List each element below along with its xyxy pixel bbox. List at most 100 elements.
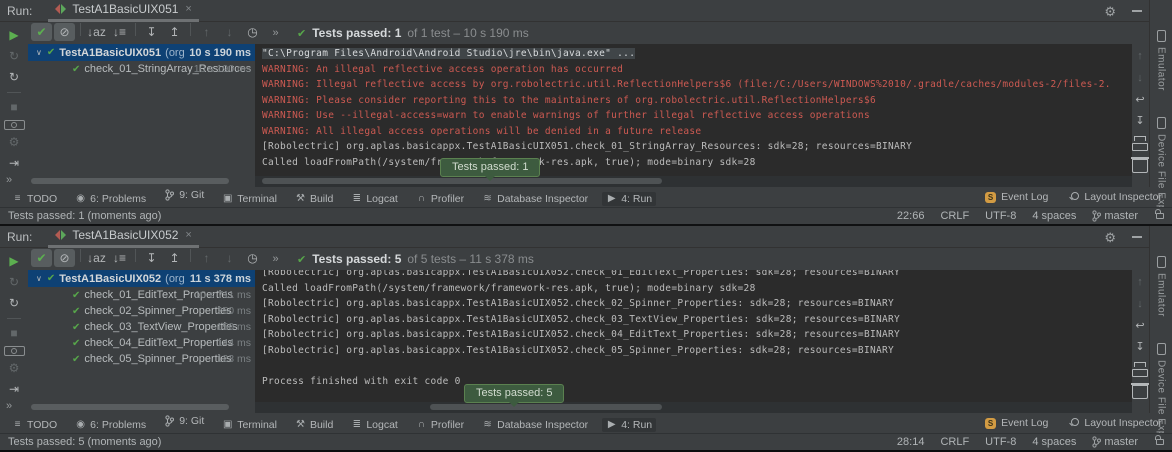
dock-item-4-run[interactable]: ▶4: Run	[602, 418, 656, 432]
next-occurrence-icon[interactable]: ↓	[219, 249, 240, 267]
test-history-icon[interactable]: ◷	[242, 249, 263, 267]
sort-by-duration-icon[interactable]: ↓≡	[109, 23, 130, 41]
expand-all-icon[interactable]: ↧	[141, 249, 162, 267]
chevron-down-icon[interactable]: ∨	[36, 48, 42, 57]
rerun-icon[interactable]: ▶	[4, 252, 25, 269]
settings-gear-icon[interactable]: ⚙	[1104, 231, 1116, 244]
test-row[interactable]: ✔check_03_TextView_Properties150 ms	[28, 319, 255, 335]
dock-item-9-git[interactable]: 9: Git	[160, 414, 208, 428]
dock-item-logcat[interactable]: ≣Logcat	[347, 418, 402, 432]
test-history-icon[interactable]: ◷	[242, 23, 263, 41]
collapse-all-icon[interactable]: ↥	[164, 249, 185, 267]
scroll-to-end-icon[interactable]: ↧	[1132, 114, 1148, 130]
dock-item-todo[interactable]: ≡TODO	[8, 192, 61, 206]
console-output[interactable]: "C:\Program Files\Android\Android Studio…	[255, 44, 1132, 176]
prev-message-icon[interactable]: ↑	[1132, 49, 1148, 65]
encoding[interactable]: UTF-8	[985, 210, 1016, 222]
tree-hscrollbar[interactable]	[31, 404, 229, 410]
overflow-chevron-icon[interactable]: »	[6, 400, 12, 412]
event-log-button[interactable]: S Event Log	[985, 191, 1048, 203]
test-root-row[interactable]: ∨ ✔ TestA1BasicUIX052 (org.aplas.basica …	[28, 270, 255, 287]
chevron-down-icon[interactable]: ∨	[36, 274, 42, 283]
toggle-auto-test-icon[interactable]: ↻	[4, 295, 25, 312]
tree-hscrollbar[interactable]	[31, 178, 229, 184]
unlock-icon[interactable]	[1156, 439, 1164, 445]
dock-item-6-problems[interactable]: ◉6: Problems	[71, 192, 150, 206]
dock-item-build[interactable]: ⚒Build	[291, 192, 337, 206]
rerun-failed-tests-icon[interactable]: ↻	[4, 273, 25, 290]
collapse-all-icon[interactable]: ↥	[164, 23, 185, 41]
more-actions-icon[interactable]: »	[265, 25, 286, 43]
console-output[interactable]: [Robolectric] org.aplas.basicappx.TestA1…	[255, 270, 1132, 402]
settings-gear-icon[interactable]: ⚙	[1104, 5, 1116, 18]
git-branch-widget[interactable]: master	[1092, 436, 1138, 448]
test-row[interactable]: ✔check_02_Spinner_Properties250 ms	[28, 303, 255, 319]
test-row[interactable]: ✔check_04_EditText_Properties144 ms	[28, 335, 255, 351]
encoding[interactable]: UTF-8	[985, 436, 1016, 448]
test-root-row[interactable]: ∨ ✔ TestA1BasicUIX051 (org.aplas.basica …	[28, 44, 255, 61]
dock-item-6-problems[interactable]: ◉6: Problems	[71, 418, 150, 432]
caret-position[interactable]: 28:14	[897, 436, 925, 448]
test-settings-icon[interactable]: ⚙	[4, 134, 25, 151]
unlock-icon[interactable]	[1156, 213, 1164, 219]
test-row[interactable]: ✔check_01_EditText_Properties10 s 711 ms	[28, 287, 255, 303]
dock-item-profiler[interactable]: ∩Profiler	[412, 192, 468, 206]
run-tab[interactable]: TestA1BasicUIX051 ×	[48, 0, 199, 22]
run-tab[interactable]: TestA1BasicUIX052 ×	[48, 226, 199, 248]
more-actions-icon[interactable]: »	[265, 251, 286, 269]
screenshot-icon[interactable]	[4, 120, 25, 130]
import-tests-icon[interactable]: ⇥	[4, 381, 25, 398]
dock-item-9-git[interactable]: 9: Git	[160, 188, 208, 202]
sort-alphabetically-icon[interactable]: ↓az	[86, 23, 107, 41]
layout-inspector-button[interactable]: Layout Inspector	[1068, 191, 1162, 203]
console-hscrollbar[interactable]	[262, 178, 662, 184]
console-hscrollbar[interactable]	[430, 404, 662, 410]
line-ending[interactable]: CRLF	[940, 436, 969, 448]
dock-item-logcat[interactable]: ≣Logcat	[347, 192, 402, 206]
close-tab-icon[interactable]: ×	[185, 229, 191, 241]
soft-wrap-icon[interactable]: ↩	[1132, 92, 1148, 108]
indent-setting[interactable]: 4 spaces	[1032, 210, 1076, 222]
prev-message-icon[interactable]: ↑	[1132, 275, 1148, 291]
dock-item-terminal[interactable]: ▣Terminal	[218, 418, 281, 432]
toggle-auto-test-icon[interactable]: ↻	[4, 69, 25, 86]
test-settings-icon[interactable]: ⚙	[4, 360, 25, 377]
dock-item-database-inspector[interactable]: ≋Database Inspector	[478, 418, 592, 432]
git-branch-widget[interactable]: master	[1092, 210, 1138, 222]
stop-icon[interactable]: ■	[4, 325, 25, 342]
hide-tool-window-icon[interactable]	[1132, 10, 1142, 12]
screenshot-icon[interactable]	[4, 346, 25, 356]
expand-all-icon[interactable]: ↧	[141, 23, 162, 41]
test-row[interactable]: ✔check_05_Spinner_Properties123 ms	[28, 351, 255, 367]
clear-all-icon[interactable]	[1132, 157, 1148, 173]
rerun-icon[interactable]: ▶	[4, 26, 25, 43]
soft-wrap-icon[interactable]: ↩	[1132, 318, 1148, 334]
clear-all-icon[interactable]	[1132, 383, 1148, 399]
show-ignored-icon[interactable]: ⊘	[54, 23, 75, 41]
import-tests-icon[interactable]: ⇥	[4, 155, 25, 172]
show-passed-icon[interactable]: ✔	[31, 23, 52, 41]
close-tab-icon[interactable]: ×	[185, 3, 191, 15]
sort-alphabetically-icon[interactable]: ↓az	[86, 249, 107, 267]
next-occurrence-icon[interactable]: ↓	[219, 23, 240, 41]
show-ignored-icon[interactable]: ⊘	[54, 249, 75, 267]
next-message-icon[interactable]: ↓	[1132, 71, 1148, 87]
indent-setting[interactable]: 4 spaces	[1032, 436, 1076, 448]
rerun-failed-tests-icon[interactable]: ↻	[4, 47, 25, 64]
dock-item-profiler[interactable]: ∩Profiler	[412, 418, 468, 432]
test-row[interactable]: ✔check_01_StringArray_Resources10 s 190 …	[28, 61, 255, 77]
event-log-button[interactable]: S Event Log	[985, 417, 1048, 429]
sidebar-item-emulator[interactable]: Emulator	[1156, 256, 1167, 317]
layout-inspector-button[interactable]: Layout Inspector	[1068, 417, 1162, 429]
dock-item-build[interactable]: ⚒Build	[291, 418, 337, 432]
dock-item-terminal[interactable]: ▣Terminal	[218, 192, 281, 206]
sidebar-item-emulator[interactable]: Emulator	[1156, 30, 1167, 91]
show-passed-icon[interactable]: ✔	[31, 249, 52, 267]
dock-item-todo[interactable]: ≡TODO	[8, 418, 61, 432]
scroll-to-end-icon[interactable]: ↧	[1132, 340, 1148, 356]
previous-occurrence-icon[interactable]: ↑	[196, 249, 217, 267]
dock-item-4-run[interactable]: ▶4: Run	[602, 192, 656, 206]
caret-position[interactable]: 22:66	[897, 210, 925, 222]
line-ending[interactable]: CRLF	[940, 210, 969, 222]
hide-tool-window-icon[interactable]	[1132, 236, 1142, 238]
